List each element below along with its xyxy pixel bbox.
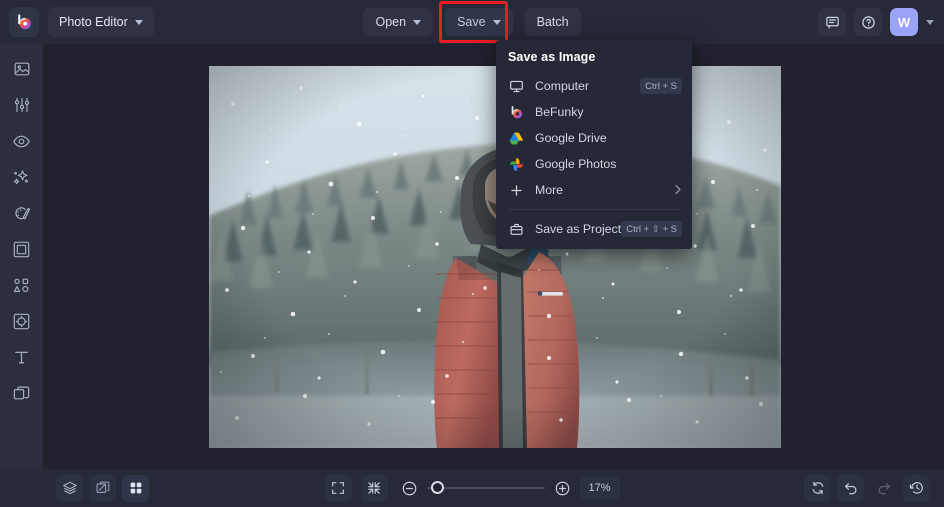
photo-editor-app: Photo Editor Open Save Batch W Save as I… [0,0,944,507]
save-button-label: Save [457,15,486,29]
canvas-area[interactable] [43,44,944,469]
sidebar-item-textures[interactable] [7,310,37,332]
google-photos-icon [507,155,525,173]
sidebar-item-image-manager[interactable] [7,58,37,80]
compare-button[interactable] [89,474,116,502]
plus-icon [507,181,525,199]
sidebar-item-touch-up[interactable] [7,130,37,152]
bottom-toolbar: 17% [0,469,944,507]
zoom-out-icon[interactable] [401,480,418,497]
chevron-down-icon [134,19,143,25]
fit-to-screen-button[interactable] [324,474,352,502]
layers-button[interactable] [56,474,83,502]
left-sidebar [0,44,43,469]
menu-item-google-photos[interactable]: Google Photos [496,151,692,177]
footer-right-group [804,474,944,502]
actual-size-button[interactable] [360,474,388,502]
zoom-level-value[interactable]: 17% [579,477,620,499]
menu-item-save-as-project-label: Save as Project [535,222,622,236]
grid-view-button[interactable] [122,474,149,502]
batch-button[interactable]: Batch [524,8,581,36]
menu-item-befunky[interactable]: BeFunky [496,99,692,125]
avatar-initial: W [897,14,911,30]
menu-item-save-as-project-shortcut: Ctrl + ⇧ + S [621,221,682,237]
avatar[interactable]: W [890,8,918,36]
sidebar-item-artsy[interactable] [7,202,37,224]
chevron-down-icon [492,19,501,25]
sidebar-item-text[interactable] [7,346,37,368]
sidebar-item-effects[interactable] [7,166,37,188]
briefcase-icon [507,220,525,238]
menu-item-google-drive[interactable]: Google Drive [496,125,692,151]
chevron-down-icon[interactable] [926,19,934,25]
zoom-in-icon[interactable] [554,480,571,497]
open-button[interactable]: Open [363,8,434,36]
footer-left-group [0,474,149,502]
menu-item-computer-shortcut: Ctrl + S [640,78,682,94]
menu-item-more[interactable]: More [496,177,692,203]
chevron-right-icon [674,184,682,197]
redo-button[interactable] [870,475,897,502]
sidebar-item-frames[interactable] [7,238,37,260]
menu-item-computer[interactable]: Computer Ctrl + S [496,73,692,99]
app-selector-label: Photo Editor [59,15,128,29]
edited-photo[interactable] [209,66,781,448]
feedback-icon[interactable] [818,8,846,36]
history-button[interactable] [903,474,930,502]
reset-button[interactable] [804,474,831,502]
menu-item-save-as-project[interactable]: Save as Project Ctrl + ⇧ + S [496,216,692,242]
menu-item-google-photos-label: Google Photos [535,157,617,171]
zoom-slider-track [426,487,545,489]
sidebar-item-edit[interactable] [7,94,37,116]
batch-button-label: Batch [536,15,569,29]
app-selector[interactable]: Photo Editor [48,7,154,37]
zoom-slider[interactable] [426,481,545,495]
monitor-icon [507,77,525,95]
save-button-wrapper: Save [439,1,513,43]
save-menu-title: Save as Image [508,50,596,64]
toolbar-right-group: W [818,8,944,36]
top-toolbar: Photo Editor Open Save Batch W [0,0,944,44]
befunky-logo-icon[interactable] [9,7,39,37]
zoom-slider-handle[interactable] [430,481,444,494]
save-menu: Save as Image Computer Ctrl + S BeFunky … [496,40,692,249]
help-icon[interactable] [854,8,882,36]
menu-item-befunky-label: BeFunky [535,105,584,119]
menu-item-more-label: More [535,183,564,197]
sidebar-item-graphics[interactable] [7,274,37,296]
google-drive-icon [507,129,525,147]
chevron-down-icon [413,19,422,25]
toolbar-left-group: Photo Editor [0,7,154,37]
menu-item-computer-label: Computer [535,79,589,93]
open-button-label: Open [375,15,407,29]
save-button[interactable]: Save [445,8,513,36]
befunky-logo-icon [507,103,525,121]
menu-divider [507,209,681,210]
undo-button[interactable] [837,474,864,502]
menu-item-google-drive-label: Google Drive [535,131,607,145]
sidebar-item-layers[interactable] [7,382,37,404]
